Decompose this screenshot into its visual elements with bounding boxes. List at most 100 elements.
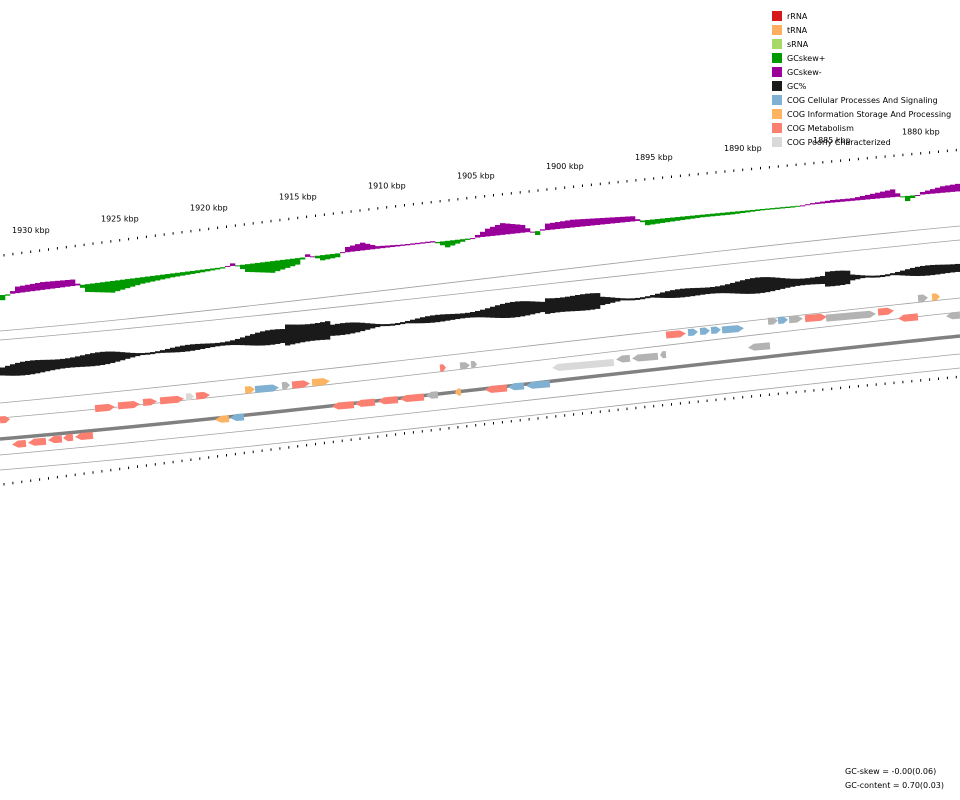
gc-percent-bar	[565, 296, 571, 312]
gc-skew-plus-bar	[445, 240, 451, 248]
gc-skew-plus-bar	[660, 218, 666, 223]
gc-skew-minus-bar	[355, 244, 361, 252]
gc-skew-minus-bar	[375, 246, 381, 249]
gc-percent-bar	[260, 331, 266, 346]
gc-percent-bar	[795, 278, 801, 286]
tick-label: 1930 kbp	[12, 226, 50, 235]
gc-percent-bar	[205, 343, 211, 349]
gc-skew-minus-bar	[515, 224, 521, 234]
gc-skew-minus-bar	[350, 245, 356, 252]
gc-percent-bar	[920, 265, 926, 276]
gc-skew-plus-bar	[275, 260, 281, 272]
gc-skew-plus-bar	[755, 209, 761, 211]
gc-percent-bar	[255, 332, 261, 346]
gc-skew-minus-bar	[840, 199, 846, 202]
cds-feature-metabolism	[332, 401, 355, 410]
gc-skew-minus-bar	[405, 244, 411, 246]
gc-percent-bar	[50, 359, 56, 371]
legend-label: tRNA	[787, 25, 808, 35]
gc-percent-bar	[400, 322, 406, 325]
gc-skew-minus-bar	[25, 284, 31, 292]
gc-skew-minus-bar	[925, 190, 931, 195]
gc-percent-bar	[685, 288, 691, 297]
gc-percent-bar	[395, 323, 401, 326]
legend-item: COG Poorly Characterized	[772, 135, 951, 149]
gc-percent-bar	[175, 346, 181, 353]
gc-skew-plus-bar	[105, 281, 111, 293]
gc-skew-minus-bar	[935, 187, 941, 194]
gc-skew-plus-bar	[135, 277, 141, 286]
gc-percent-bar	[245, 335, 251, 346]
legend-item: GC%	[772, 79, 951, 93]
gc-percent-bar	[855, 274, 861, 280]
gc-skew-minus-bar	[380, 245, 386, 249]
gc-skew-plus-bar	[910, 195, 916, 199]
gc-skew-minus-bar	[75, 283, 81, 286]
gc-percent-bar	[895, 271, 901, 276]
gc-percent-bar	[840, 270, 846, 286]
gc-skew-minus-bar	[890, 189, 896, 198]
legend: rRNA tRNA sRNA GCskew+ GCskew- GC% COG Cellula…	[772, 9, 951, 149]
gc-skew-plus-bar	[315, 255, 321, 259]
gc-skew-minus-bar	[410, 243, 416, 245]
gc-percent-bar	[470, 312, 476, 318]
gc-skew-minus-bar	[520, 224, 526, 233]
gc-percent-bar	[650, 295, 656, 298]
gc-skew-minus-bar	[635, 219, 641, 221]
gc-skew-minus-bar	[870, 193, 876, 200]
gc-percent-bar	[475, 310, 481, 318]
gc-percent-bar	[645, 296, 651, 299]
gc-skew-plus-bar	[85, 284, 91, 292]
cds-feature-unknown	[281, 381, 290, 390]
gc-skew-minus-bar	[340, 252, 346, 254]
gc-percent-bar	[310, 323, 316, 341]
gc-percent-bar	[575, 295, 581, 311]
gc-percent-bar	[220, 342, 226, 346]
gc-percent-bar	[550, 298, 556, 314]
gc-percent-bar	[45, 359, 51, 372]
gc-percent-bar	[715, 286, 721, 294]
cds-feature-unknown	[426, 391, 439, 399]
gc-skew-plus-bar	[655, 218, 661, 224]
cds-feature-metabolism	[355, 398, 376, 407]
cds-feature-cellular	[508, 382, 525, 391]
gc-percent-bar	[525, 301, 531, 316]
gc-skew-plus-bar	[150, 275, 156, 282]
gc-percent-bar	[195, 343, 201, 350]
gc-percent-bar	[375, 323, 381, 328]
gc-skew-plus-bar	[165, 274, 171, 279]
gc-skew-minus-bar	[55, 280, 61, 288]
gc-skew-plus-bar	[785, 206, 791, 209]
legend-label: GC%	[787, 81, 807, 91]
gc-skew-minus-bar	[10, 291, 16, 294]
gc-skew-plus-bar	[240, 264, 246, 270]
gc-skew-minus-bar	[860, 196, 866, 200]
gc-percent-bar	[385, 324, 391, 327]
gc-skew-minus-bar	[930, 189, 936, 194]
cog-metabolism-swatch	[772, 123, 782, 133]
cds-feature-metabolism	[400, 393, 425, 403]
gc-percent-bar	[130, 352, 136, 358]
gc-skew-minus-bar	[600, 217, 606, 225]
gc-skew-minus-bar	[505, 223, 511, 235]
cds-feature-metabolism	[142, 398, 157, 406]
gc-skew-minus-bar	[815, 202, 821, 204]
gc-skew-plus-bar	[745, 210, 751, 213]
gc-skew-plus-bar	[670, 217, 676, 222]
gc-skew-minus-bar	[35, 282, 41, 291]
gc-percent-bar	[330, 324, 336, 336]
gc-content-stat: GC-content = 0.70(0.03)	[845, 781, 944, 790]
gc-skew-plus-bar	[700, 214, 706, 218]
gc-skew-minus-bar	[385, 245, 391, 248]
gc-skew-plus-bar	[460, 239, 466, 242]
gc-percent-bar	[865, 275, 871, 278]
gcskew-minus-swatch	[772, 67, 782, 77]
gc-percent-bar	[135, 353, 141, 357]
gc-skew-minus-bar	[50, 281, 56, 289]
gc-skew-minus-bar	[605, 217, 611, 224]
gc-percent-bar	[335, 323, 341, 336]
gc-percent-bar	[290, 324, 296, 345]
legend-item: GCskew+	[772, 51, 951, 65]
gc-percent-bar	[320, 322, 326, 340]
gc-skew-minus-bar	[805, 204, 811, 206]
